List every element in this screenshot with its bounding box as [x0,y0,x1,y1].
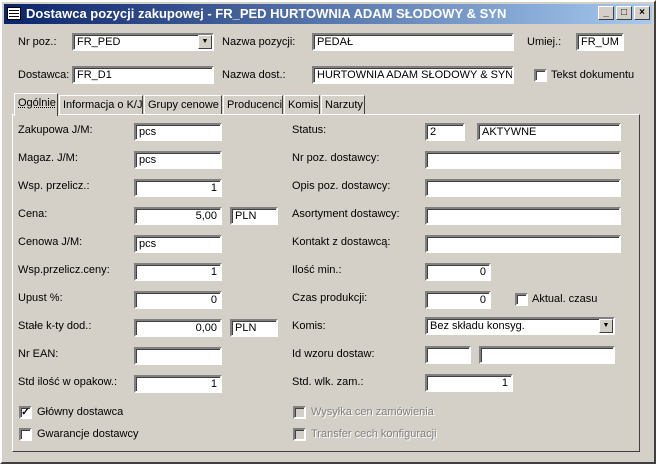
window-title: Dostawca pozycji zakupowej - FR_PED HURT… [26,6,507,21]
status-code-field[interactable]: 2 [425,123,465,141]
nr-poz-select[interactable]: FR_PED ▼ [72,33,214,51]
czas-produkcji-label: Czas produkcji: [292,292,368,304]
dostawca-label: Dostawca: [18,69,70,81]
komis-label: Komis: [292,320,326,332]
cena-currency-field[interactable]: PLN [230,207,278,225]
chevron-down-icon[interactable]: ▼ [198,35,212,49]
tab-komis[interactable]: Komis [284,95,320,115]
aktual-czasu-checkbox[interactable] [515,293,528,306]
wysylka-cen-label: Wysyłka cen zamówienia [311,406,434,418]
title-bar[interactable]: Dostawca pozycji zakupowej - FR_PED HURT… [4,4,652,24]
minimize-button[interactable]: _ [598,6,614,20]
tab-producenci[interactable]: Producenci [223,95,283,115]
cenowa-jm-label: Cenowa J/M: [18,236,83,248]
wsp-przelicz-ceny-field[interactable]: 1 [134,263,222,281]
asortyment-dostawcy-field[interactable] [425,207,621,225]
close-button[interactable]: × [634,6,650,20]
nazwa-pozycji-field[interactable]: PEDAŁ [312,33,514,51]
chevron-down-icon[interactable]: ▼ [599,319,613,333]
wsp-przelicz-field[interactable]: 1 [134,179,222,197]
std-ilosc-field[interactable]: 1 [134,375,222,393]
std-wlk-zam-field[interactable]: 1 [425,374,513,392]
wsp-przelicz-ceny-label: Wsp.przelicz.ceny: [18,264,110,276]
id-wzoru-dostaw-label: Id wzoru dostaw: [292,348,375,360]
stale-kty-label: Stałe k-ty dod.: [18,320,92,332]
umiej-label: Umiej.: [527,36,562,48]
cena-label: Cena: [18,208,48,220]
maximize-button[interactable]: □ [616,6,632,20]
status-text-field[interactable]: AKTYWNE [477,123,621,141]
opis-poz-dostawcy-label: Opis poz. dostawcy: [292,180,391,192]
tekst-dokumentu-label: Tekst dokumentu [551,69,635,81]
transfer-cech-label: Transfer cech konfiguracji [311,428,437,440]
aktual-czasu-label: Aktual. czasu [532,293,598,305]
umiej-field[interactable]: FR_UM [576,33,624,51]
form-icon [7,7,21,20]
stale-kty-currency-field[interactable]: PLN [230,319,278,337]
nr-poz-dostawcy-field[interactable] [425,151,621,169]
gwarancje-dostawcy-checkbox[interactable] [19,428,32,441]
nr-ean-label: Nr EAN: [18,348,59,360]
tab-ogolnie[interactable]: Ogólnie [14,93,58,116]
transfer-cech-checkbox [293,428,306,441]
upust-field[interactable]: 0 [134,291,222,309]
std-wlk-zam-label: Std. wlk. zam.: [292,376,364,388]
opis-poz-dostawcy-field[interactable] [425,179,621,197]
cenowa-jm-field[interactable]: pcs [134,235,222,253]
id-wzoru-dostaw-field-2[interactable] [479,346,615,364]
zakupowa-jm-label: Zakupowa J/M: [18,124,93,136]
stale-kty-field[interactable]: 0,00 [134,319,222,337]
nazwa-dost-field[interactable]: HURTOWNIA ADAM SŁODOWY & SYN [312,66,514,84]
magaz-jm-field[interactable]: pcs [134,151,222,169]
ilosc-min-field[interactable]: 0 [425,263,491,281]
tab-grupy-cenowe[interactable]: Grupy cenowe [144,95,222,115]
tab-narzuty[interactable]: Narzuty [321,95,365,115]
wysylka-cen-checkbox [293,406,306,419]
gwarancje-dostawcy-label: Gwarancje dostawcy [37,428,139,440]
komis-value: Bez składu konsyg. [430,320,525,332]
nr-poz-label: Nr poz.: [18,36,57,48]
nr-poz-dostawcy-label: Nr poz. dostawcy: [292,152,380,164]
zakupowa-jm-field[interactable]: pcs [134,123,222,141]
nr-ean-field[interactable] [134,347,222,365]
kontakt-z-dostawca-label: Kontakt z dostawcą: [292,236,391,248]
tab-informacja-kj[interactable]: Informacja o K/J [59,95,143,115]
cena-field[interactable]: 5,00 [134,207,222,225]
nazwa-pozycji-label: Nazwa pozycji: [222,36,296,48]
status-label: Status: [292,124,327,136]
glowny-dostawca-checkbox[interactable]: ✓ [19,406,32,419]
glowny-dostawca-label: Główny dostawca [37,406,124,418]
dostawca-field[interactable]: FR_D1 [72,66,214,84]
std-ilosc-label: Std ilość w opakow.: [18,376,118,388]
tekst-dokumentu-checkbox[interactable] [534,69,547,82]
kontakt-z-dostawca-field[interactable] [425,235,621,253]
magaz-jm-label: Magaz. J/M: [18,152,78,164]
id-wzoru-dostaw-field-1[interactable] [425,346,471,364]
ilosc-min-label: Ilość min.: [292,264,342,276]
komis-select[interactable]: Bez składu konsyg. ▼ [425,317,615,335]
czas-produkcji-field[interactable]: 0 [425,291,491,309]
asortyment-dostawcy-label: Asortyment dostawcy: [292,208,400,220]
nazwa-dost-label: Nazwa dost.: [222,69,286,81]
nr-poz-value: FR_PED [77,36,121,48]
wsp-przelicz-label: Wsp. przelicz.: [18,180,90,192]
tab-ogolnie-label: Ogólnie [18,97,56,109]
upust-label: Upust %: [18,292,63,304]
